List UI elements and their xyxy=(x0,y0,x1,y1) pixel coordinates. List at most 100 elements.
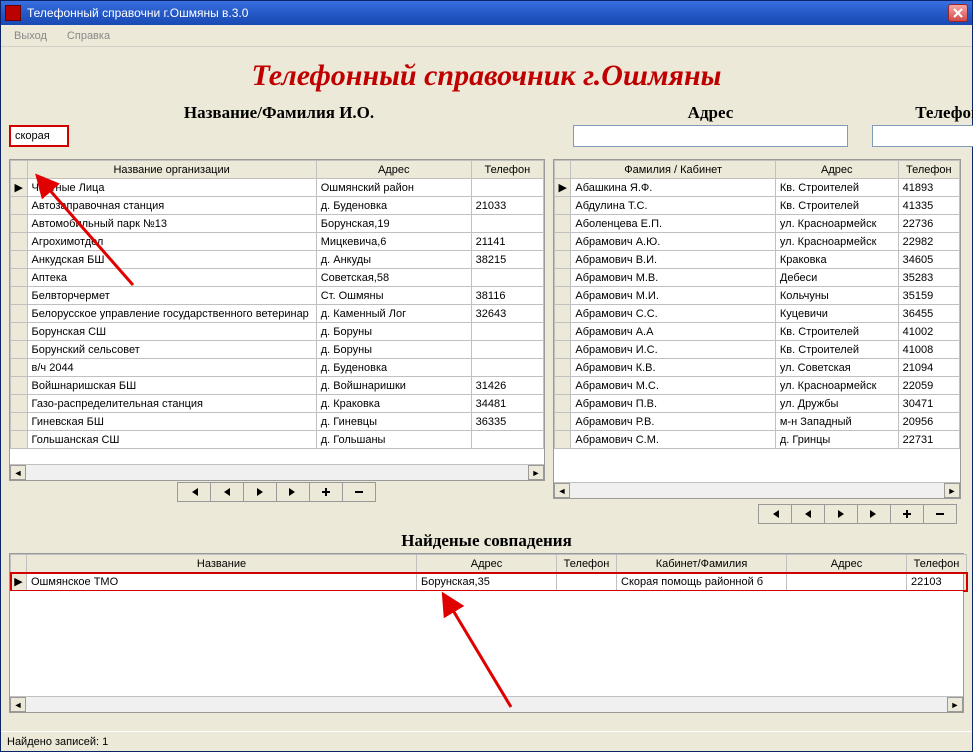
scroll-right-icon[interactable]: ► xyxy=(528,465,544,480)
cell-fam[interactable]: Абрамович С.С. xyxy=(571,305,776,323)
cell-addr[interactable]: Мицкевича,6 xyxy=(316,233,471,251)
cell-org[interactable]: Белвторчермет xyxy=(27,287,316,305)
cell-tel[interactable]: 34481 xyxy=(471,395,543,413)
table-row[interactable]: Аболенцева Е.П.ул. Красноармейск22736 xyxy=(555,215,960,233)
cell-org[interactable]: Автозаправочная станция xyxy=(27,197,316,215)
cell-tel[interactable] xyxy=(471,323,543,341)
cell-org[interactable]: Газо-распределительная станция xyxy=(27,395,316,413)
cell-tel[interactable]: 38116 xyxy=(471,287,543,305)
m-col-cab[interactable]: Кабинет/Фамилия xyxy=(617,555,787,573)
table-row[interactable]: в/ч 2044д. Буденовка xyxy=(11,359,544,377)
cell-fam[interactable]: Абрамович А.А xyxy=(571,323,776,341)
cell-addr[interactable]: ул. Красноармейск xyxy=(775,377,898,395)
cell-addr[interactable]: Советская,58 xyxy=(316,269,471,287)
matches-hscroll[interactable]: ◄ ► xyxy=(10,696,963,712)
cell-addr[interactable]: ул. Дружбы xyxy=(775,395,898,413)
cell-addr[interactable]: Краковка xyxy=(775,251,898,269)
table-row[interactable]: Борунский сельсоветд. Боруны xyxy=(11,341,544,359)
table-row[interactable]: Абрамович М.В.Дебеси35283 xyxy=(555,269,960,287)
cell-addr[interactable]: д. Краковка xyxy=(316,395,471,413)
cell-tel[interactable]: 20956 xyxy=(898,413,959,431)
cell-tel[interactable]: 21141 xyxy=(471,233,543,251)
nav-last[interactable] xyxy=(276,482,310,502)
cell-tel2[interactable]: 22103 xyxy=(907,573,967,591)
cell-fam[interactable]: Абрамович М.В. xyxy=(571,269,776,287)
table-row[interactable]: Белорусское управление государственного … xyxy=(11,305,544,323)
cell-fam[interactable]: Абрамович М.С. xyxy=(571,377,776,395)
cell-tel[interactable]: 41002 xyxy=(898,323,959,341)
scroll-right-icon[interactable]: ► xyxy=(944,483,960,498)
cell-addr[interactable]: д. Гиневцы xyxy=(316,413,471,431)
cell-fam[interactable]: Абрамович И.С. xyxy=(571,341,776,359)
table-row[interactable]: Абрамович Р.В.м-н Западный20956 xyxy=(555,413,960,431)
cell-fam[interactable]: Абашкина Я.Ф. xyxy=(571,179,776,197)
nav-add[interactable] xyxy=(890,504,924,524)
table-row[interactable]: Войшнаришская БШд. Войшнаришки31426 xyxy=(11,377,544,395)
cell-addr[interactable]: Борунская,35 xyxy=(417,573,557,591)
scroll-left-icon[interactable]: ◄ xyxy=(554,483,570,498)
nav-add[interactable] xyxy=(309,482,343,502)
m-col-name[interactable]: Название xyxy=(27,555,417,573)
cell-tel[interactable]: 36455 xyxy=(898,305,959,323)
cell-tel[interactable]: 34605 xyxy=(898,251,959,269)
cell-tel[interactable]: 21094 xyxy=(898,359,959,377)
left-hscroll[interactable]: ◄ ► xyxy=(10,464,544,480)
table-row[interactable]: ▶Абашкина Я.Ф.Кв. Строителей41893 xyxy=(555,179,960,197)
cell-tel[interactable]: 41893 xyxy=(898,179,959,197)
search-name-input[interactable] xyxy=(9,125,69,147)
cell-addr[interactable]: Кв. Строителей xyxy=(775,179,898,197)
table-row[interactable]: Абрамович К.В.ул. Советская21094 xyxy=(555,359,960,377)
cell-org[interactable]: Гиневская БШ xyxy=(27,413,316,431)
table-row[interactable]: Автомобильный парк №13Борунская,19 xyxy=(11,215,544,233)
cell-addr[interactable]: Борунская,19 xyxy=(316,215,471,233)
cell-cab[interactable]: Скорая помощь районной б xyxy=(617,573,787,591)
cell-fam[interactable]: Абрамович А.Ю. xyxy=(571,233,776,251)
cell-tel[interactable]: 22736 xyxy=(898,215,959,233)
nav-del[interactable] xyxy=(923,504,957,524)
menu-help[interactable]: Справка xyxy=(58,27,119,45)
table-row[interactable]: Абрамович С.М.д. Гринцы22731 xyxy=(555,431,960,449)
cell-addr[interactable]: Кв. Строителей xyxy=(775,341,898,359)
table-row[interactable]: Абрамович В.И.Краковка34605 xyxy=(555,251,960,269)
nav-first[interactable] xyxy=(177,482,211,502)
left-col-addr[interactable]: Адрес xyxy=(316,161,471,179)
scroll-left-icon[interactable]: ◄ xyxy=(10,697,26,712)
cell-tel[interactable]: 35283 xyxy=(898,269,959,287)
cell-org[interactable]: Частные Лица xyxy=(27,179,316,197)
cell-addr[interactable]: д. Буденовка xyxy=(316,197,471,215)
table-row[interactable]: АптекаСоветская,58 xyxy=(11,269,544,287)
cell-org[interactable]: Борунский сельсовет xyxy=(27,341,316,359)
menu-exit[interactable]: Выход xyxy=(5,27,56,45)
cell-tel[interactable] xyxy=(471,431,543,449)
cell-org[interactable]: Автомобильный парк №13 xyxy=(27,215,316,233)
cell-addr[interactable]: Кольчуны xyxy=(775,287,898,305)
cell-tel[interactable]: 21033 xyxy=(471,197,543,215)
left-col-org[interactable]: Название организации xyxy=(27,161,316,179)
cell-addr[interactable]: д. Войшнаришки xyxy=(316,377,471,395)
cell-org[interactable]: Белорусское управление государственного … xyxy=(27,305,316,323)
table-row[interactable]: Автозаправочная станцияд. Буденовка21033 xyxy=(11,197,544,215)
cell-fam[interactable]: Абдулина Т.С. xyxy=(571,197,776,215)
cell-tel[interactable]: 35159 xyxy=(898,287,959,305)
table-row[interactable]: Газо-распределительная станцияд. Краковк… xyxy=(11,395,544,413)
table-row[interactable]: АгрохимотделМицкевича,621141 xyxy=(11,233,544,251)
cell-addr[interactable]: ул. Красноармейск xyxy=(775,233,898,251)
cell-addr[interactable]: д. Каменный Лог xyxy=(316,305,471,323)
cell-tel[interactable]: 41335 xyxy=(898,197,959,215)
cell-addr[interactable]: д. Буденовка xyxy=(316,359,471,377)
nav-next[interactable] xyxy=(243,482,277,502)
nav-last[interactable] xyxy=(857,504,891,524)
table-row[interactable]: Анкудская БШд. Анкуды38215 xyxy=(11,251,544,269)
m-col-tel2[interactable]: Телефон xyxy=(907,555,967,573)
cell-org[interactable]: Аптека xyxy=(27,269,316,287)
table-row[interactable]: Абрамович И.С.Кв. Строителей41008 xyxy=(555,341,960,359)
right-col-tel[interactable]: Телефон xyxy=(898,161,959,179)
cell-tel[interactable] xyxy=(471,269,543,287)
cell-tel[interactable]: 22731 xyxy=(898,431,959,449)
cell-fam[interactable]: Абрамович К.В. xyxy=(571,359,776,377)
cell-fam[interactable]: Аболенцева Е.П. xyxy=(571,215,776,233)
cell-org[interactable]: Анкудская БШ xyxy=(27,251,316,269)
cell-tel[interactable]: 36335 xyxy=(471,413,543,431)
table-row[interactable]: Абрамович А.Ю.ул. Красноармейск22982 xyxy=(555,233,960,251)
cell-addr[interactable]: Куцевичи xyxy=(775,305,898,323)
